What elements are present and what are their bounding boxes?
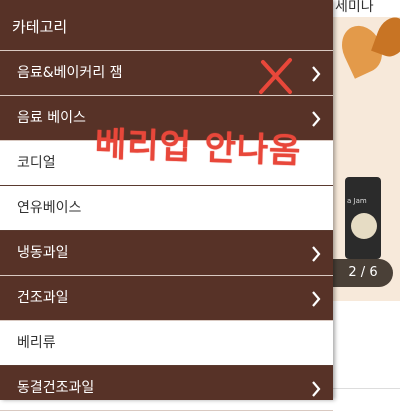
category-item-condensed-milk-base[interactable]: 연유베이스 <box>0 186 333 231</box>
category-item-label: 건조과일 <box>17 290 69 306</box>
category-menu: 음료&베이커리 잼 음료 베이스 코디얼 연유베이스 냉동과일 건조과일 베리류… <box>0 51 333 411</box>
slide-counter: 2 / 6 <box>333 259 393 287</box>
category-item-label: 연유베이스 <box>17 200 82 216</box>
category-item-beverage-base[interactable]: 음료 베이스 <box>0 96 333 141</box>
category-item-label: 냉동과일 <box>17 245 69 261</box>
category-item-label: 음료&베이커리 잼 <box>17 65 123 81</box>
background-top-text: 세미나 <box>333 0 400 17</box>
category-item-label: 베리류 <box>17 335 56 351</box>
chevron-right-icon <box>311 231 321 276</box>
category-item-beverage-bakery-jam[interactable]: 음료&베이커리 잼 <box>0 51 333 96</box>
category-item-frozen-fruit[interactable]: 냉동과일 <box>0 231 333 276</box>
category-drawer: 카테고리 음료&베이커리 잼 음료 베이스 코디얼 연유베이스 냉동과일 건조과… <box>0 0 333 411</box>
chevron-right-icon <box>311 276 321 321</box>
product-label: a Jam <box>347 197 367 205</box>
category-item-label: 음료 베이스 <box>17 110 86 126</box>
category-item-berries[interactable]: 베리류 <box>0 321 333 366</box>
chevron-right-icon <box>311 96 321 141</box>
chevron-right-icon <box>311 51 321 96</box>
category-item-cordial[interactable]: 코디얼 <box>0 141 333 186</box>
category-item-label: 동결건조과일 <box>17 380 95 396</box>
drawer-title: 카테고리 <box>0 0 333 51</box>
category-item-label: 코디얼 <box>17 155 56 171</box>
apple-image <box>351 213 377 239</box>
chevron-right-icon <box>311 366 321 411</box>
category-item-dried-fruit[interactable]: 건조과일 <box>0 276 333 321</box>
product-image: a Jam <box>345 177 381 259</box>
category-item-freeze-dried-fruit[interactable]: 동결건조과일 <box>0 366 333 411</box>
divider <box>333 388 400 389</box>
